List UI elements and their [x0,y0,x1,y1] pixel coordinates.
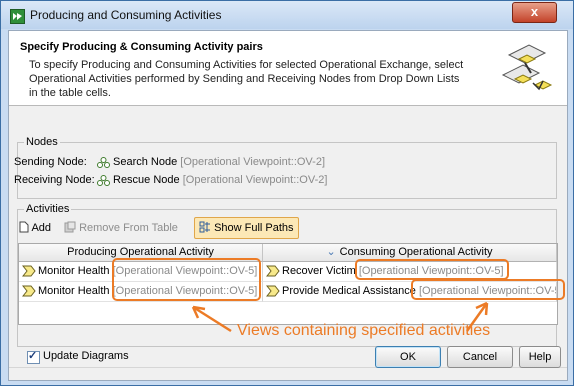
help-button[interactable]: Help [519,346,561,368]
close-button[interactable]: x [512,2,557,23]
update-diagrams-checkbox[interactable] [27,349,40,364]
dialog-client: Specify Producing & Consuming Activity p… [8,30,568,381]
window-title: Producing and Consuming Activities [30,8,222,22]
update-diagrams-label: Update Diagrams [43,350,129,362]
ok-button[interactable]: OK [375,346,441,368]
title-bar[interactable]: Producing and Consuming Activities x [1,1,573,29]
dialog-window: Producing and Consuming Activities x Spe… [0,0,574,386]
app-icon [10,9,25,24]
cancel-button[interactable]: Cancel [447,346,513,368]
callout-text: Views containing specified activities [237,322,491,339]
